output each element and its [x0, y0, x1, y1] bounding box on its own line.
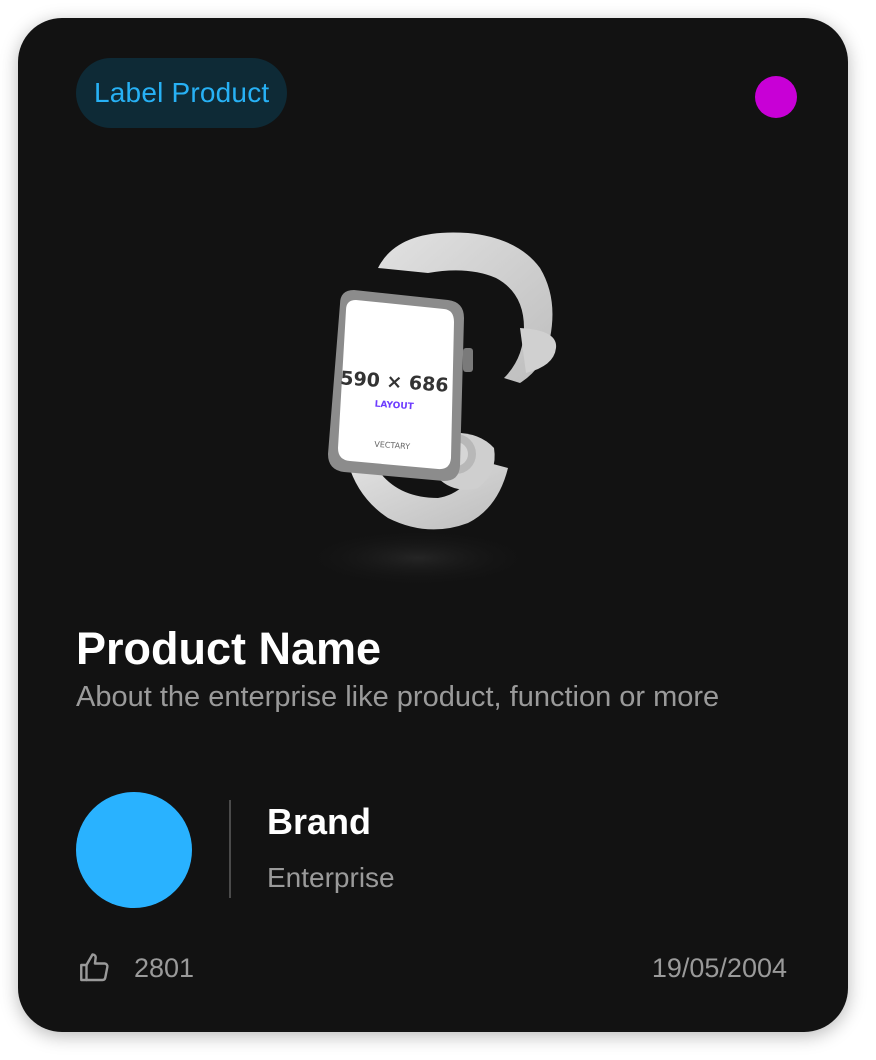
product-label-badge: Label Product — [76, 58, 288, 128]
product-card[interactable]: Label Product 590 × 686 LAYOUT VECTARY P… — [18, 18, 848, 1032]
status-indicator-dot — [755, 76, 797, 118]
smartwatch-image: 590 × 686 LAYOUT VECTARY — [298, 232, 557, 588]
product-description: About the enterprise like product, funct… — [76, 681, 720, 713]
brand-name: Brand — [267, 801, 372, 842]
thumbs-up-icon[interactable] — [76, 950, 112, 986]
likes-counter[interactable]: 2801 — [76, 948, 194, 988]
publish-date: 19/05/2004 — [651, 953, 787, 983]
product-name-heading: Product Name — [76, 623, 382, 674]
like-count: 2801 — [134, 952, 195, 983]
brand-type: Enterprise — [267, 862, 395, 893]
brand-divider — [229, 800, 231, 898]
brand-avatar — [76, 792, 192, 908]
product-label-text: Label Product — [94, 77, 270, 108]
